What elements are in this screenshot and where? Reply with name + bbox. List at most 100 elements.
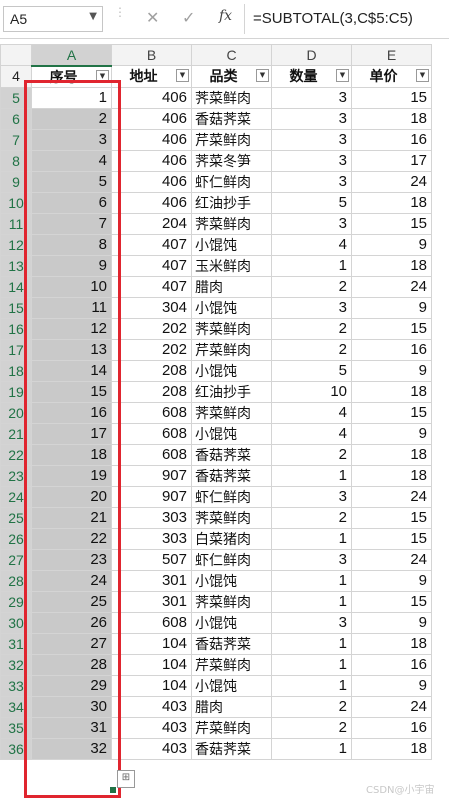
cell-qty[interactable]: 2 [271,317,352,340]
cell-address[interactable]: 301 [111,590,192,613]
cell-qty[interactable]: 3 [271,212,352,235]
column-header-b[interactable]: B [111,44,192,66]
header-cell-price[interactable]: 单价 ▼ [351,65,432,88]
cell-item[interactable]: 腊肉 [191,695,272,718]
cell-item[interactable]: 香菇荠菜 [191,632,272,655]
cell-qty[interactable]: 3 [271,170,352,193]
cell-price[interactable]: 18 [351,380,432,403]
cell-item[interactable]: 香菇荠菜 [191,737,272,760]
filter-dropdown-icon[interactable]: ▼ [96,69,109,83]
cell-qty[interactable]: 4 [271,401,352,424]
cell-qty[interactable]: 1 [271,632,352,655]
cell-seq[interactable]: 17 [31,422,112,445]
cell-address[interactable]: 403 [111,737,192,760]
cell-seq[interactable]: 19 [31,464,112,487]
cell-address[interactable]: 406 [111,107,192,130]
cell-address[interactable]: 208 [111,359,192,382]
cell-price[interactable]: 9 [351,296,432,319]
select-all-corner[interactable] [0,44,32,66]
row-header[interactable]: 21 [0,422,32,445]
cell-seq[interactable]: 6 [31,191,112,214]
header-cell-address[interactable]: 地址 ▼ [111,65,192,88]
cell-seq[interactable]: 1 [31,86,112,109]
cell-price[interactable]: 16 [351,653,432,676]
cell-address[interactable]: 608 [111,401,192,424]
cell-address[interactable]: 204 [111,212,192,235]
cell-address[interactable]: 403 [111,716,192,739]
cell-qty[interactable]: 2 [271,443,352,466]
cell-item[interactable]: 芹菜鲜肉 [191,338,272,361]
cell-seq[interactable]: 25 [31,590,112,613]
cell-qty[interactable]: 5 [271,359,352,382]
cell-seq[interactable]: 11 [31,296,112,319]
cell-qty[interactable]: 4 [271,422,352,445]
cell-address[interactable]: 907 [111,464,192,487]
cell-qty[interactable]: 2 [271,338,352,361]
cell-address[interactable]: 208 [111,380,192,403]
row-header[interactable]: 19 [0,380,32,403]
row-header[interactable]: 9 [0,170,32,193]
cell-qty[interactable]: 1 [271,464,352,487]
cell-price[interactable]: 18 [351,464,432,487]
drag-handle-icon[interactable]: ⋮ [114,6,126,29]
cell-qty[interactable]: 1 [271,569,352,592]
cell-price[interactable]: 16 [351,128,432,151]
row-header[interactable]: 30 [0,611,32,634]
cell-address[interactable]: 406 [111,191,192,214]
cell-address[interactable]: 608 [111,422,192,445]
cell-qty[interactable]: 2 [271,695,352,718]
cell-address[interactable]: 608 [111,443,192,466]
cell-qty[interactable]: 5 [271,191,352,214]
row-header[interactable]: 26 [0,527,32,550]
cell-address[interactable]: 303 [111,527,192,550]
row-header[interactable]: 32 [0,653,32,676]
cell-item[interactable]: 荠菜鲜肉 [191,212,272,235]
cell-address[interactable]: 406 [111,86,192,109]
cell-qty[interactable]: 3 [271,149,352,172]
cell-address[interactable]: 406 [111,149,192,172]
cell-seq[interactable]: 7 [31,212,112,235]
cell-seq[interactable]: 24 [31,569,112,592]
cell-item[interactable]: 芹菜鲜肉 [191,128,272,151]
cell-price[interactable]: 15 [351,590,432,613]
cell-price[interactable]: 16 [351,338,432,361]
row-header[interactable]: 12 [0,233,32,256]
row-header[interactable]: 35 [0,716,32,739]
cell-qty[interactable]: 3 [271,485,352,508]
cell-seq[interactable]: 22 [31,527,112,550]
cell-seq[interactable]: 18 [31,443,112,466]
cell-price[interactable]: 15 [351,506,432,529]
cell-price[interactable]: 18 [351,107,432,130]
cell-price[interactable]: 9 [351,611,432,634]
formula-input[interactable]: =SUBTOTAL(3,C$5:C5) [244,4,449,34]
cell-address[interactable]: 406 [111,128,192,151]
filter-dropdown-icon[interactable]: ▼ [416,69,429,82]
cell-qty[interactable]: 1 [271,737,352,760]
row-header[interactable]: 25 [0,506,32,529]
cell-address[interactable]: 104 [111,653,192,676]
row-header[interactable]: 15 [0,296,32,319]
cell-seq[interactable]: 32 [31,737,112,760]
cell-item[interactable]: 芹菜鲜肉 [191,716,272,739]
cell-price[interactable]: 18 [351,632,432,655]
name-box[interactable]: A5 ▼ [3,6,103,32]
cell-qty[interactable]: 1 [271,527,352,550]
cell-item[interactable]: 荠菜鲜肉 [191,317,272,340]
cell-qty[interactable]: 1 [271,674,352,697]
cell-item[interactable]: 小馄饨 [191,296,272,319]
row-header[interactable]: 18 [0,359,32,382]
cell-address[interactable]: 301 [111,569,192,592]
cell-seq[interactable]: 21 [31,506,112,529]
cell-item[interactable]: 小馄饨 [191,233,272,256]
cell-item[interactable]: 香菇荠菜 [191,107,272,130]
cell-seq[interactable]: 16 [31,401,112,424]
cell-price[interactable]: 24 [351,695,432,718]
cell-seq[interactable]: 12 [31,317,112,340]
cell-item[interactable]: 荠菜鲜肉 [191,590,272,613]
cell-seq[interactable]: 29 [31,674,112,697]
cell-item[interactable]: 小馄饨 [191,674,272,697]
cell-address[interactable]: 104 [111,632,192,655]
cell-seq[interactable]: 14 [31,359,112,382]
cell-address[interactable]: 303 [111,506,192,529]
filter-dropdown-icon[interactable]: ▼ [256,69,269,82]
